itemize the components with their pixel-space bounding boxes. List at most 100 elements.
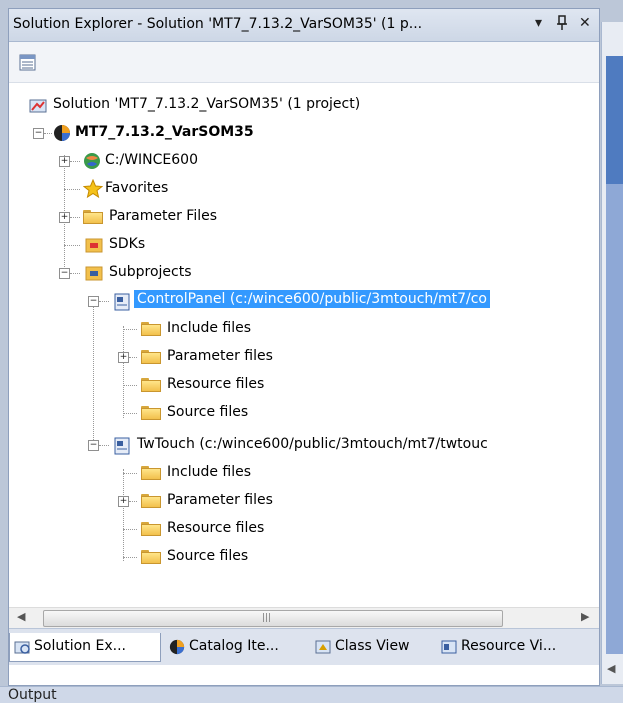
tree-item-source-files[interactable]: Source files xyxy=(9,401,589,425)
scroll-right-icon[interactable]: ▶ xyxy=(581,610,589,623)
solution-explorer-icon xyxy=(14,639,30,655)
tree-line xyxy=(123,413,137,414)
tree-line xyxy=(99,445,109,446)
include-files-label: Include files xyxy=(167,320,252,336)
tab-solution-explorer[interactable]: Solution Ex... xyxy=(9,633,161,662)
horizontal-scrollbar[interactable]: ◀ ||| ▶ xyxy=(9,607,599,628)
expand-icon[interactable]: + xyxy=(59,212,70,223)
subproject-icon xyxy=(113,437,131,455)
tree-item-solution[interactable]: Solution 'MT7_7.13.2_VarSOM35' (1 projec… xyxy=(29,93,589,117)
tree-item-resource-files[interactable]: Resource files xyxy=(9,373,589,397)
expand-icon[interactable]: + xyxy=(118,352,129,363)
tab-class-view[interactable]: Class View xyxy=(311,633,433,661)
tree-line xyxy=(123,557,137,558)
tree-line xyxy=(123,529,137,530)
scroll-grip: ||| xyxy=(262,613,272,623)
right-side-panel: ◀ xyxy=(601,22,623,684)
collapse-icon[interactable]: − xyxy=(59,268,70,279)
folder-icon xyxy=(141,350,161,364)
tab-label: Class View xyxy=(335,638,410,654)
expand-icon[interactable]: + xyxy=(118,496,129,507)
collapse-icon[interactable]: − xyxy=(88,440,99,451)
pin-icon[interactable] xyxy=(556,15,568,35)
explorer-toolbar xyxy=(9,42,599,83)
tree-line xyxy=(99,301,109,302)
properties-icon[interactable] xyxy=(19,54,37,76)
folder-icon xyxy=(141,522,161,536)
folder-icon xyxy=(141,378,161,392)
tree-line xyxy=(64,245,80,246)
tree-line xyxy=(129,357,137,358)
expand-icon[interactable]: + xyxy=(59,156,70,167)
window-position-dropdown-icon[interactable]: ▾ xyxy=(535,15,542,31)
platform-icon xyxy=(83,152,101,170)
twtouch-label: TwTouch (c:/wince600/public/3mtouch/mt7/… xyxy=(137,436,488,452)
subprojects-label: Subprojects xyxy=(109,264,192,280)
folder-icon xyxy=(141,494,161,508)
tree-line xyxy=(44,133,52,134)
tree-item-source-files[interactable]: Source files xyxy=(9,545,589,569)
tree-line xyxy=(123,329,137,330)
parameter-files-label: Parameter files xyxy=(167,348,273,364)
scroll-left-icon[interactable]: ◀ xyxy=(17,610,25,623)
tree-item-project[interactable]: − MT7_7.13.2_VarSOM35 xyxy=(9,121,589,145)
tab-resource-view[interactable]: Resource Vi... xyxy=(437,633,587,661)
side-panel-track xyxy=(606,184,623,654)
resource-files-label: Resource files xyxy=(167,520,265,536)
folder-icon xyxy=(141,466,161,480)
solution-label: Solution 'MT7_7.13.2_VarSOM35' (1 projec… xyxy=(53,96,361,112)
tree-item-twtouch[interactable]: − TwTouch (c:/wince600/public/3mtouch/mt… xyxy=(9,433,599,457)
favorites-label: Favorites xyxy=(105,180,169,196)
tree-item-include-files[interactable]: Include files xyxy=(9,317,589,341)
tree-item-subprojects[interactable]: − Subprojects xyxy=(9,261,589,285)
tree-item-parameter-files[interactable]: + Parameter files xyxy=(9,489,589,513)
folder-icon xyxy=(141,322,161,336)
solution-tree: Solution 'MT7_7.13.2_VarSOM35' (1 projec… xyxy=(9,83,599,608)
panel-title: Solution Explorer - Solution 'MT7_7.13.2… xyxy=(13,16,423,32)
tree-item-parameter-files[interactable]: + Parameter files xyxy=(9,345,589,369)
collapse-icon[interactable]: − xyxy=(33,128,44,139)
tree-line xyxy=(129,501,137,502)
tab-catalog-items[interactable]: Catalog Ite... xyxy=(165,633,310,661)
parameter-files-label: Parameter Files xyxy=(109,208,218,224)
tab-label: Resource Vi... xyxy=(461,638,557,654)
panel-titlebar[interactable]: Solution Explorer - Solution 'MT7_7.13.2… xyxy=(9,9,599,42)
sdk-folder-icon xyxy=(85,237,103,255)
tab-label: Solution Ex... xyxy=(34,638,126,654)
project-icon xyxy=(53,124,71,142)
tree-line xyxy=(123,385,137,386)
scroll-thumb[interactable]: ||| xyxy=(43,610,503,627)
parameter-files-label: Parameter files xyxy=(167,492,273,508)
class-view-icon xyxy=(315,639,331,655)
panel-tabs: Solution Ex... Catalog Ite... Class View… xyxy=(9,628,599,665)
tree-item-favorites[interactable]: Favorites xyxy=(9,177,589,201)
scroll-left-icon[interactable]: ◀ xyxy=(607,662,615,675)
side-panel-bar xyxy=(606,56,623,184)
solution-icon xyxy=(29,96,47,114)
output-label: Output xyxy=(8,687,57,703)
solution-explorer-panel: Solution Explorer - Solution 'MT7_7.13.2… xyxy=(8,8,600,686)
wince-label: C:/WINCE600 xyxy=(105,152,198,168)
tree-item-include-files[interactable]: Include files xyxy=(9,461,589,485)
tree-item-parameter-files[interactable]: + Parameter Files xyxy=(9,205,589,229)
tree-line xyxy=(70,273,80,274)
tree-item-sdks[interactable]: SDKs xyxy=(9,233,589,257)
tree-line xyxy=(123,473,137,474)
close-icon[interactable]: ✕ xyxy=(579,15,591,31)
star-icon xyxy=(82,178,104,199)
folder-icon xyxy=(83,210,103,224)
tree-line xyxy=(70,161,80,162)
collapse-icon[interactable]: − xyxy=(88,296,99,307)
tree-item-wince[interactable]: + C:/WINCE600 xyxy=(9,149,589,173)
output-window-bar[interactable]: Output xyxy=(0,686,623,703)
source-files-label: Source files xyxy=(167,548,249,564)
project-label: MT7_7.13.2_VarSOM35 xyxy=(75,124,254,140)
resource-files-label: Resource files xyxy=(167,376,265,392)
include-files-label: Include files xyxy=(167,464,252,480)
folder-icon xyxy=(141,550,161,564)
tree-item-resource-files[interactable]: Resource files xyxy=(9,517,589,541)
resource-view-icon xyxy=(441,639,457,655)
tree-item-controlpanel[interactable]: − ControlPanel (c:/wince600/public/3mtou… xyxy=(9,289,599,313)
subproject-icon xyxy=(113,293,131,311)
tree-line xyxy=(70,217,80,218)
